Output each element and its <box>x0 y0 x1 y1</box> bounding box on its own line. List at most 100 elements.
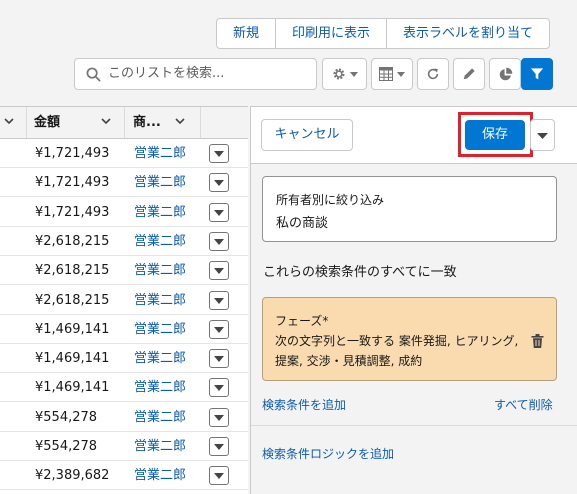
table-icon <box>379 67 393 81</box>
inline-edit-button[interactable] <box>453 58 485 90</box>
row-actions-button[interactable] <box>209 290 229 310</box>
owner-link[interactable]: 営業二郎 <box>134 403 186 432</box>
owner-link[interactable]: 営業二郎 <box>134 256 186 285</box>
amount-cell: ¥2,618,215 <box>35 292 110 308</box>
row-actions-button[interactable] <box>209 202 229 222</box>
filter-criterion-card[interactable]: フェーズ* 次の文字列と一致する 案件発掘, ヒアリング, 提案, 交渉・見積調… <box>262 297 557 381</box>
row-actions-button[interactable] <box>209 319 229 339</box>
chevron-down-icon <box>175 118 185 125</box>
match-condition-text: これらの検索条件のすべてに一致 <box>263 265 457 280</box>
chevron-down-icon <box>214 473 224 480</box>
gear-icon <box>332 68 345 80</box>
amount-cell: ¥2,618,215 <box>35 263 110 279</box>
chevron-down-icon <box>214 326 224 333</box>
owner-link[interactable]: 営業二郎 <box>134 344 186 373</box>
table-row[interactable]: ¥1,469,141 営業二郎 <box>0 373 248 403</box>
table-row[interactable]: ¥1,721,493 営業二郎 <box>0 168 248 198</box>
owner-link[interactable]: 営業二郎 <box>134 168 186 197</box>
row-actions-button[interactable] <box>209 349 229 369</box>
remove-all-link[interactable]: すべて削除 <box>494 396 553 413</box>
amount-cell: ¥1,469,141 <box>35 380 110 396</box>
save-options-button[interactable] <box>530 119 555 151</box>
row-actions-button[interactable] <box>209 144 229 163</box>
filter-icon <box>530 68 544 80</box>
table-row[interactable]: ¥2,389,682 営業二郎 <box>0 461 248 491</box>
table-row[interactable]: ¥1,721,493 営業二郎 <box>0 139 248 168</box>
save-button[interactable]: 保存 <box>465 120 525 150</box>
owner-link[interactable]: 営業二郎 <box>134 198 186 227</box>
table-row[interactable]: ¥1,469,141 営業二郎 <box>0 344 248 374</box>
divider <box>251 425 577 426</box>
pencil-icon <box>463 68 475 80</box>
owner-filter-value: 私の商談 <box>276 216 329 231</box>
new-button[interactable]: 新規 <box>217 19 275 48</box>
amount-cell: ¥1,721,493 <box>35 204 110 220</box>
owner-link[interactable]: 営業二郎 <box>134 315 186 344</box>
filter-button[interactable] <box>521 58 553 90</box>
owner-link[interactable]: 営業二郎 <box>134 286 186 315</box>
row-actions-button[interactable] <box>209 261 229 281</box>
column-header-amount[interactable]: 金額 <box>27 107 125 138</box>
add-criteria-link[interactable]: 検索条件を追加 <box>262 396 346 413</box>
table-row[interactable]: ¥1,721,493 営業二郎 <box>0 198 248 227</box>
amount-cell: ¥2,618,215 <box>35 233 110 249</box>
chevron-down-icon <box>101 118 111 125</box>
amount-cell: ¥1,469,141 <box>35 351 110 367</box>
display-as-button[interactable] <box>371 58 413 90</box>
list-settings-button[interactable] <box>322 58 367 90</box>
table-row[interactable]: ¥2,618,215 営業二郎 <box>0 286 248 315</box>
refresh-icon <box>427 68 439 80</box>
amount-cell: ¥554,278 <box>35 409 98 425</box>
owner-filter-card[interactable]: 所有者別に絞り込み 私の商談 <box>262 176 557 242</box>
chevron-down-icon <box>397 71 405 77</box>
refresh-button[interactable] <box>417 58 449 90</box>
column-header-label: 商... <box>133 115 161 130</box>
criterion-field: フェーズ* <box>275 314 329 328</box>
list-view-header: 新規 印刷用に表示 表示ラベルを割り当て <box>0 0 577 106</box>
amount-cell: ¥1,469,141 <box>35 321 110 337</box>
row-actions-button[interactable] <box>209 378 229 398</box>
printable-view-button[interactable]: 印刷用に表示 <box>275 19 386 48</box>
charts-button[interactable] <box>489 58 521 90</box>
filter-panel-header: キャンセル 保存 <box>251 107 577 164</box>
search-icon <box>86 67 101 82</box>
table-row[interactable]: ¥2,618,215 営業二郎 <box>0 256 248 286</box>
search-input[interactable] <box>108 59 313 89</box>
row-actions-button[interactable] <box>209 173 229 193</box>
owner-link[interactable]: 営業二郎 <box>134 373 186 402</box>
row-actions-button[interactable] <box>209 231 229 251</box>
action-button-group: 新規 印刷用に表示 表示ラベルを割り当て <box>216 18 551 49</box>
opportunity-table: 金額 商... ¥1,721,493 営業二郎 ¥1,721,493 営業二郎 ¥1,7… <box>0 106 248 494</box>
row-actions-button[interactable] <box>209 407 229 427</box>
table-row[interactable]: ¥2,618,215 営業二郎 <box>0 227 248 256</box>
trash-icon[interactable] <box>531 334 544 348</box>
column-header-opportunity[interactable]: 商... <box>125 107 201 138</box>
save-highlight-box: 保存 <box>458 112 533 157</box>
amount-cell: ¥1,721,493 <box>35 146 110 161</box>
chevron-down-icon <box>214 151 224 157</box>
assign-label-button[interactable]: 表示ラベルを割り当て <box>386 19 549 48</box>
column-header-label: 金額 <box>34 115 61 130</box>
chevron-down-icon <box>214 268 224 275</box>
owner-filter-label: 所有者別に絞り込み <box>276 193 385 207</box>
chevron-down-icon <box>214 356 224 363</box>
table-row[interactable]: ¥1,469,141 営業二郎 <box>0 315 248 344</box>
table-row[interactable]: ¥554,278 営業二郎 <box>0 403 248 432</box>
row-actions-button[interactable] <box>209 437 229 456</box>
row-actions-button[interactable] <box>209 466 229 486</box>
chevron-down-icon <box>4 118 14 125</box>
table-row[interactable]: ¥554,278 営業二郎 <box>0 432 248 461</box>
chevron-down-icon <box>214 297 224 304</box>
owner-link[interactable]: 営業二郎 <box>134 139 186 168</box>
owner-link[interactable]: 営業二郎 <box>134 461 186 490</box>
cancel-button[interactable]: キャンセル <box>261 119 353 151</box>
owner-link[interactable]: 営業二郎 <box>134 432 186 461</box>
column-header-truncated[interactable] <box>0 107 27 138</box>
chevron-down-icon <box>537 133 548 139</box>
owner-link[interactable]: 営業二郎 <box>134 227 186 256</box>
add-filter-logic-link[interactable]: 検索条件ロジックを追加 <box>262 445 394 462</box>
chevron-down-icon <box>214 238 224 245</box>
amount-cell: ¥1,721,493 <box>35 175 110 191</box>
chevron-down-icon <box>214 385 224 392</box>
amount-cell: ¥2,389,682 <box>35 468 110 484</box>
